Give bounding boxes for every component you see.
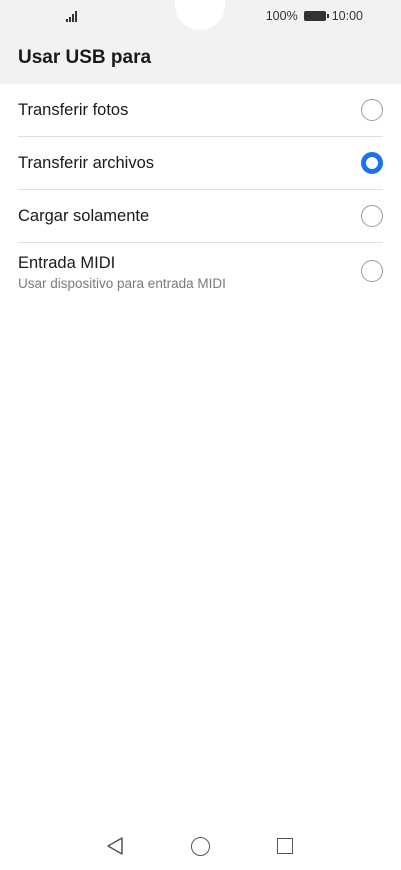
option-subtitle: Usar dispositivo para entrada MIDI xyxy=(18,276,226,291)
battery-percent: 100% xyxy=(265,9,298,23)
status-bar: 100% 10:00 xyxy=(0,0,401,34)
clock: 10:00 xyxy=(331,9,363,23)
option-label: Entrada MIDI xyxy=(18,254,116,272)
option-label: Transferir archivos xyxy=(18,154,155,172)
back-icon[interactable] xyxy=(106,836,124,856)
option-cargar-solamente[interactable]: Cargar solamente xyxy=(18,190,383,243)
header: Usar USB para xyxy=(0,34,401,84)
signal-icon xyxy=(66,10,82,22)
option-label: Cargar solamente xyxy=(18,207,150,225)
recent-apps-icon[interactable] xyxy=(277,838,293,854)
usb-options-list: Transferir fotos Transferir archivos Car… xyxy=(0,84,401,303)
option-transferir-archivos[interactable]: Transferir archivos xyxy=(18,137,383,190)
home-icon[interactable] xyxy=(191,837,210,856)
page-title: Usar USB para xyxy=(18,47,152,68)
radio-button[interactable] xyxy=(361,260,383,282)
option-transferir-fotos[interactable]: Transferir fotos xyxy=(18,84,383,137)
radio-button[interactable] xyxy=(361,99,383,121)
battery-icon xyxy=(303,11,329,21)
radio-button[interactable] xyxy=(361,205,383,227)
option-label: Transferir fotos xyxy=(18,101,129,119)
navigation-bar xyxy=(0,826,401,870)
radio-button-selected[interactable] xyxy=(361,152,383,174)
option-entrada-midi[interactable]: Entrada MIDI Usar dispositivo para entra… xyxy=(18,243,383,303)
status-indicators: 100% 10:00 xyxy=(266,9,363,23)
camera-notch xyxy=(175,0,225,30)
